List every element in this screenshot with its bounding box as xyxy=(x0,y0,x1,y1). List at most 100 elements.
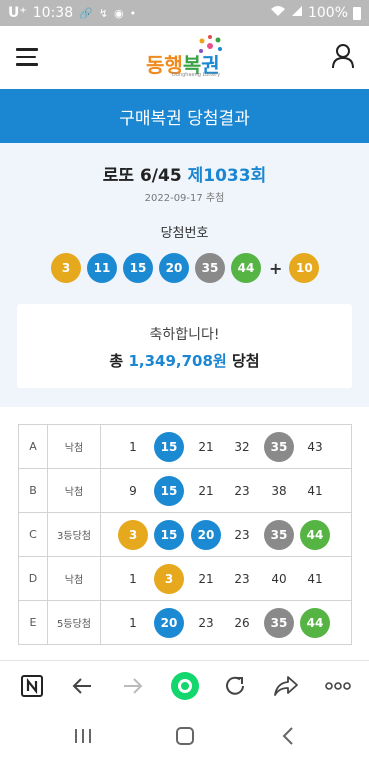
bonus-ball: 10 xyxy=(289,253,320,283)
page-title-bar: 구매복권 당첨결과 xyxy=(0,89,369,143)
ticket-number: 35 xyxy=(264,520,294,550)
ticket-row: D 낙첨 1 3 21 23 40 41 xyxy=(19,557,351,601)
ticket-result: 낙첨 xyxy=(48,557,101,600)
plus-sign: + xyxy=(269,258,283,278)
ticket-number: 15 xyxy=(154,476,184,506)
ticket-numbers: 1 3 21 23 40 41 xyxy=(101,557,351,600)
ticket-number: 26 xyxy=(234,616,250,630)
winning-numbers: 3 11 15 20 35 44 + 10 xyxy=(51,253,325,283)
ticket-numbers: 9 15 21 23 38 41 xyxy=(101,469,351,512)
prize-amount: 1,349,708원 xyxy=(128,352,227,370)
recent-apps-icon[interactable] xyxy=(72,726,94,746)
prize-total: 총 1,349,708원 당첨 xyxy=(17,350,352,371)
ticket-number: 23 xyxy=(234,572,250,586)
battery-percent: 100% xyxy=(307,5,348,21)
ticket-numbers: 1 15 21 32 35 43 xyxy=(101,425,351,468)
ticket-number: 35 xyxy=(264,608,294,638)
ticket-number: 20 xyxy=(191,520,221,550)
logo[interactable]: 동행복권 Donghaeng Lottery xyxy=(146,35,226,81)
ticket-row: C 3등당첨 3 15 20 23 35 44 xyxy=(19,513,351,557)
ticket-number: 32 xyxy=(234,440,250,454)
naver-icon[interactable] xyxy=(19,673,45,699)
winning-ball: 3 xyxy=(51,253,81,283)
ticket-row: A 낙첨 1 15 21 32 35 43 xyxy=(19,425,351,469)
draw-round: 제1033회 xyxy=(187,166,267,186)
system-nav-bar xyxy=(0,712,369,760)
ticket-number: 1 xyxy=(129,440,137,454)
logo-char-1: 동 xyxy=(146,53,165,77)
ticket-number: 40 xyxy=(271,572,287,586)
draw-summary: 로또 6/45 제1033회 2022-09-17 추첨 당첨번호 3 11 1… xyxy=(0,143,369,407)
ticket-results-table: A 낙첨 1 15 21 32 35 43 B 낙첨 9 15 21 23 38 41 C 3등당첨 3 15 20 23… xyxy=(18,424,352,645)
signal-icon xyxy=(291,5,303,21)
status-bar: U⁺ 10:38 🔗 ↯ ◉ • 100% xyxy=(0,0,369,26)
logo-subtitle: Donghaeng Lottery xyxy=(172,72,221,78)
ticket-result: 3등당첨 xyxy=(48,513,101,556)
ticket-number: 20 xyxy=(154,608,184,638)
prize-prefix: 총 xyxy=(109,352,124,370)
ticket-numbers: 3 15 20 23 35 44 xyxy=(101,513,351,556)
ticket-number: 1 xyxy=(129,572,137,586)
winning-ball: 15 xyxy=(123,253,153,283)
ticket-row: E 5등당첨 1 20 23 26 35 44 xyxy=(19,601,351,645)
ticket-letter: E xyxy=(19,601,48,644)
share-icon[interactable] xyxy=(273,673,299,699)
back-icon[interactable] xyxy=(69,673,95,699)
ticket-letter: A xyxy=(19,425,48,468)
winning-numbers-label: 당첨번호 xyxy=(160,226,209,241)
ticket-numbers: 1 20 23 26 35 44 xyxy=(101,601,351,644)
ticket-number: 21 xyxy=(198,440,214,454)
ticket-number: 43 xyxy=(307,440,323,454)
ticket-row: B 낙첨 9 15 21 23 38 41 xyxy=(19,469,351,513)
user-icon[interactable] xyxy=(331,43,355,69)
dot-icon: • xyxy=(129,6,137,20)
ticket-number: 44 xyxy=(300,520,330,550)
menu-icon[interactable] xyxy=(16,48,38,66)
prize-suffix: 당첨 xyxy=(231,352,260,370)
ticket-number: 41 xyxy=(307,572,323,586)
browser-toolbar xyxy=(0,660,369,712)
ticket-number: 38 xyxy=(271,484,287,498)
ticket-number: 9 xyxy=(129,484,137,498)
wifi-icon xyxy=(270,5,286,21)
ticket-number: 35 xyxy=(264,432,294,462)
clock: 10:38 xyxy=(32,5,74,21)
ticket-number: 23 xyxy=(198,616,214,630)
ticket-number: 21 xyxy=(198,572,214,586)
back-nav-icon[interactable] xyxy=(278,726,300,746)
refresh-icon[interactable] xyxy=(222,673,248,699)
more-icon[interactable] xyxy=(324,673,352,699)
winning-ball: 44 xyxy=(231,253,261,283)
prize-box: 축하합니다! 총 1,349,708원 당첨 xyxy=(17,304,352,388)
app-icon: ◉ xyxy=(114,6,124,20)
ticket-number: 3 xyxy=(154,564,184,594)
app-header: 동행복권 Donghaeng Lottery xyxy=(0,26,369,89)
page-title: 구매복권 당첨결과 xyxy=(119,108,250,129)
notification-icon: ↯ xyxy=(98,6,109,20)
winning-ball: 20 xyxy=(159,253,189,283)
ticket-number: 44 xyxy=(300,608,330,638)
ticket-number: 23 xyxy=(234,528,250,542)
game-name: 로또 6/45 xyxy=(102,166,182,186)
ticket-number: 1 xyxy=(129,616,137,630)
link-icon: 🔗 xyxy=(79,6,93,20)
ticket-number: 3 xyxy=(118,520,148,550)
winning-ball: 11 xyxy=(87,253,117,283)
forward-icon[interactable] xyxy=(120,673,146,699)
ticket-result: 낙첨 xyxy=(48,469,101,512)
draw-date: 2022-09-17 추첨 xyxy=(144,193,225,204)
congrats-text: 축하합니다! xyxy=(149,327,220,343)
ticket-letter: B xyxy=(19,469,48,512)
carrier-label: U⁺ xyxy=(8,5,27,21)
home-dot-icon[interactable] xyxy=(170,671,200,701)
battery-icon xyxy=(353,6,361,20)
ticket-letter: C xyxy=(19,513,48,556)
ticket-number: 15 xyxy=(154,432,184,462)
ticket-result: 낙첨 xyxy=(48,425,101,468)
home-icon[interactable] xyxy=(174,726,196,746)
ticket-number: 15 xyxy=(154,520,184,550)
ticket-number: 41 xyxy=(307,484,323,498)
draw-title: 로또 6/45 제1033회 xyxy=(0,161,369,186)
ticket-letter: D xyxy=(19,557,48,600)
ticket-result: 5등당첨 xyxy=(48,601,101,644)
